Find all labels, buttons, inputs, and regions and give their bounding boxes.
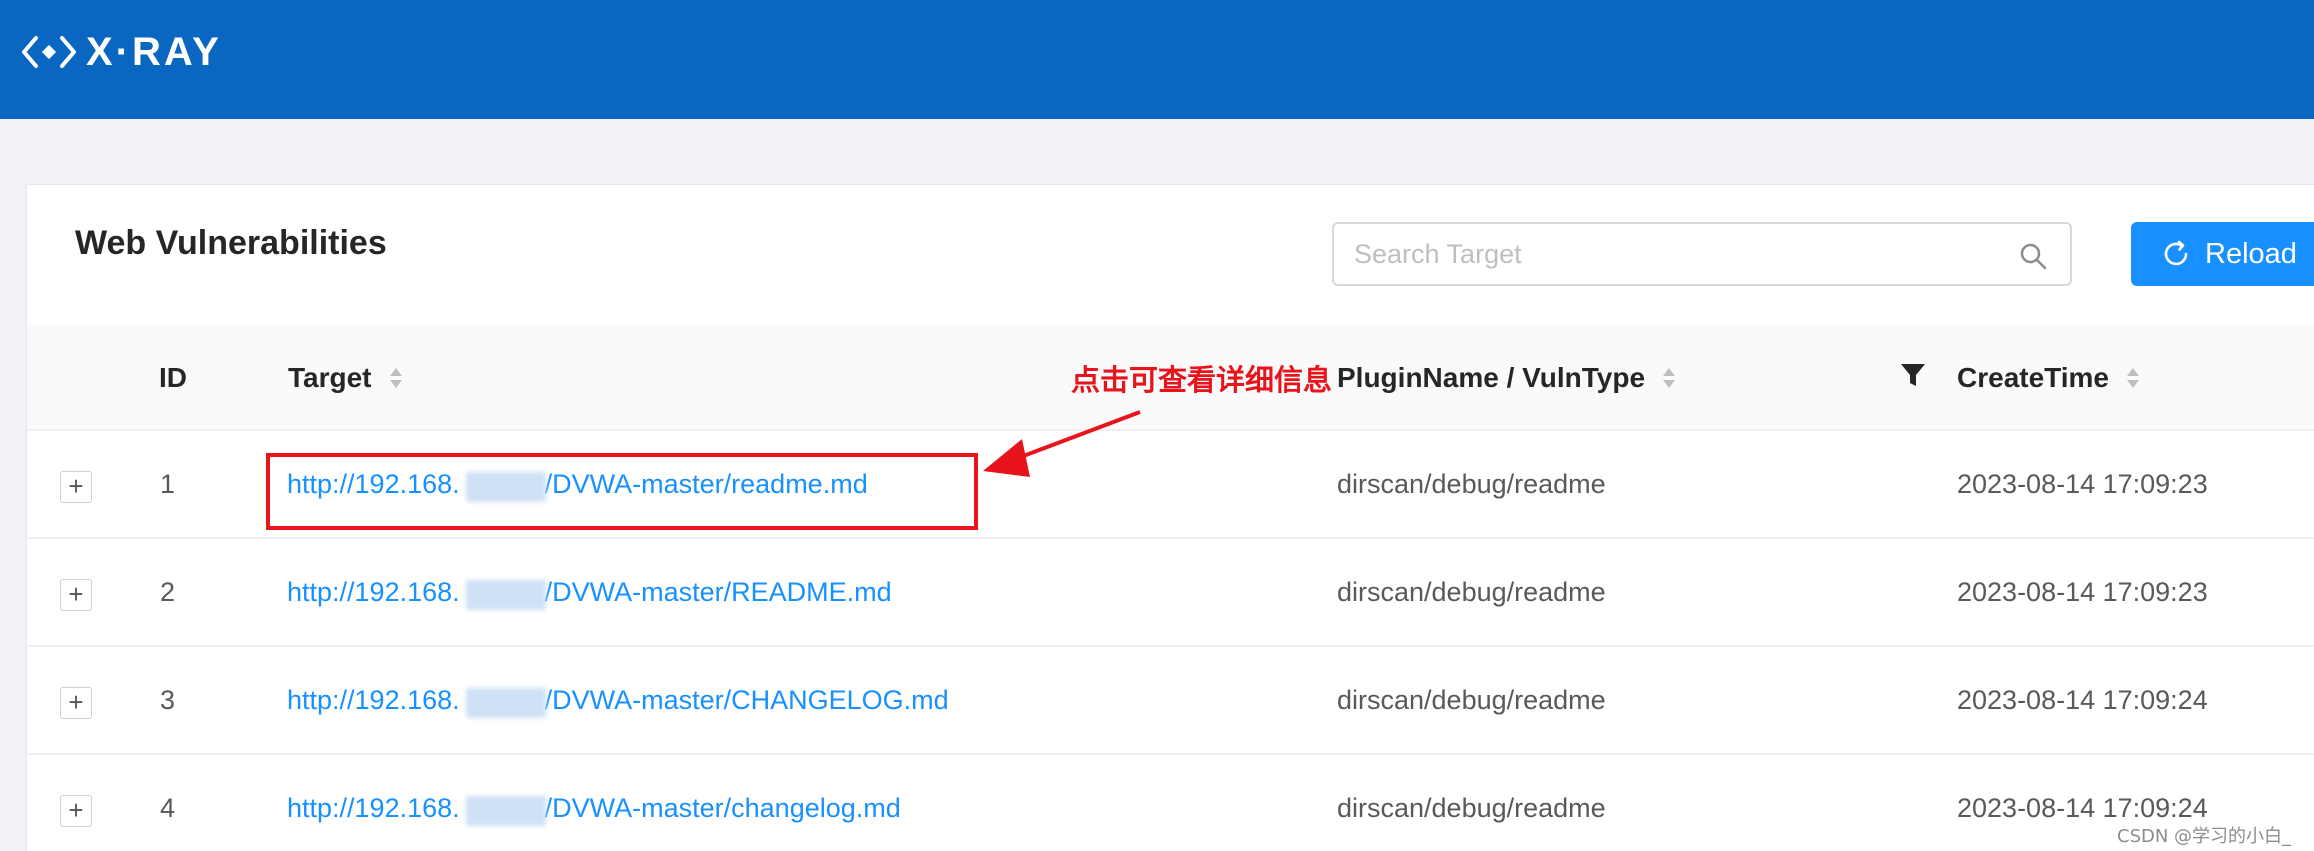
reload-label: Reload [2205, 237, 2297, 270]
create-time: 2023-08-14 17:09:24 [1957, 685, 2208, 715]
target-prefix: http://192.168. [287, 577, 460, 607]
search-icon[interactable] [2019, 242, 2047, 270]
column-header-plugin[interactable]: PluginName / VulnType [1337, 362, 1677, 394]
plugin-type: dirscan/debug/readme [1337, 685, 1606, 715]
target-prefix: http://192.168. [287, 685, 460, 715]
expand-row-button[interactable]: + [60, 687, 92, 719]
annotation-highlight-box [266, 453, 978, 530]
expand-row-button[interactable]: + [60, 471, 92, 503]
app-name: X·RAY [86, 29, 222, 74]
column-header-create-time[interactable]: CreateTime [1957, 362, 2141, 394]
top-navigation-bar: X·RAY [0, 0, 2314, 119]
reload-button[interactable]: Reload [2131, 222, 2314, 286]
sort-caret-icon[interactable] [1661, 364, 1677, 392]
target-suffix: /DVWA-master/README.md [544, 577, 892, 607]
redaction-blur [466, 796, 546, 826]
target-prefix: http://192.168. [287, 793, 460, 823]
create-time: 2023-08-14 17:09:23 [1957, 469, 2208, 499]
target-link[interactable]: http://192.168. /DVWA-master/changelog.md [287, 793, 901, 824]
row-id: 2 [160, 577, 176, 607]
app-logo[interactable]: X·RAY [22, 28, 222, 76]
target-link[interactable]: http://192.168. /DVWA-master/CHANGELOG.md [287, 685, 949, 716]
column-header-target-label: Target [288, 362, 372, 393]
column-header-id: ID [159, 362, 187, 394]
column-header-id-label: ID [159, 362, 187, 393]
table-row[interactable]: + 3 http://192.168. /DVWA-master/CHANGELO… [27, 647, 2314, 755]
create-time: 2023-08-14 17:09:23 [1957, 577, 2208, 607]
column-header-plugin-label: PluginName / VulnType [1337, 362, 1646, 393]
sort-caret-icon[interactable] [2125, 364, 2141, 392]
annotation-text: 点击可查看详细信息 [1071, 363, 1333, 397]
expand-row-button[interactable]: + [60, 795, 92, 827]
filter-icon[interactable] [1898, 360, 1928, 390]
plugin-type: dirscan/debug/readme [1337, 469, 1606, 499]
target-suffix: /DVWA-master/changelog.md [544, 793, 901, 823]
redaction-blur [466, 688, 546, 718]
search-target-field[interactable] [1332, 222, 2072, 286]
row-id: 4 [160, 793, 176, 823]
plugin-type: dirscan/debug/readme [1337, 577, 1606, 607]
row-id: 3 [160, 685, 176, 715]
plugin-type: dirscan/debug/readme [1337, 793, 1606, 823]
sort-caret-icon[interactable] [388, 364, 404, 392]
create-time: 2023-08-14 17:09:24 [1957, 793, 2208, 823]
row-id: 1 [160, 469, 176, 499]
diamond-code-logo-icon [22, 36, 76, 68]
redaction-blur [466, 580, 546, 610]
page-title: Web Vulnerabilities [75, 224, 387, 262]
expand-row-button[interactable]: + [60, 579, 92, 611]
reload-icon [2164, 240, 2188, 266]
table-row[interactable]: + 4 http://192.168. /DVWA-master/changelo… [27, 755, 2314, 851]
search-input[interactable] [1354, 234, 1994, 274]
watermark: CSDN @学习的小白_ [2117, 826, 2292, 847]
target-suffix: /DVWA-master/CHANGELOG.md [544, 685, 949, 715]
table-row[interactable]: + 2 http://192.168. /DVWA-master/README.m… [27, 539, 2314, 647]
column-header-target[interactable]: Target [288, 362, 404, 394]
target-link[interactable]: http://192.168. /DVWA-master/README.md [287, 577, 892, 608]
column-header-create-time-label: CreateTime [1957, 362, 2110, 393]
